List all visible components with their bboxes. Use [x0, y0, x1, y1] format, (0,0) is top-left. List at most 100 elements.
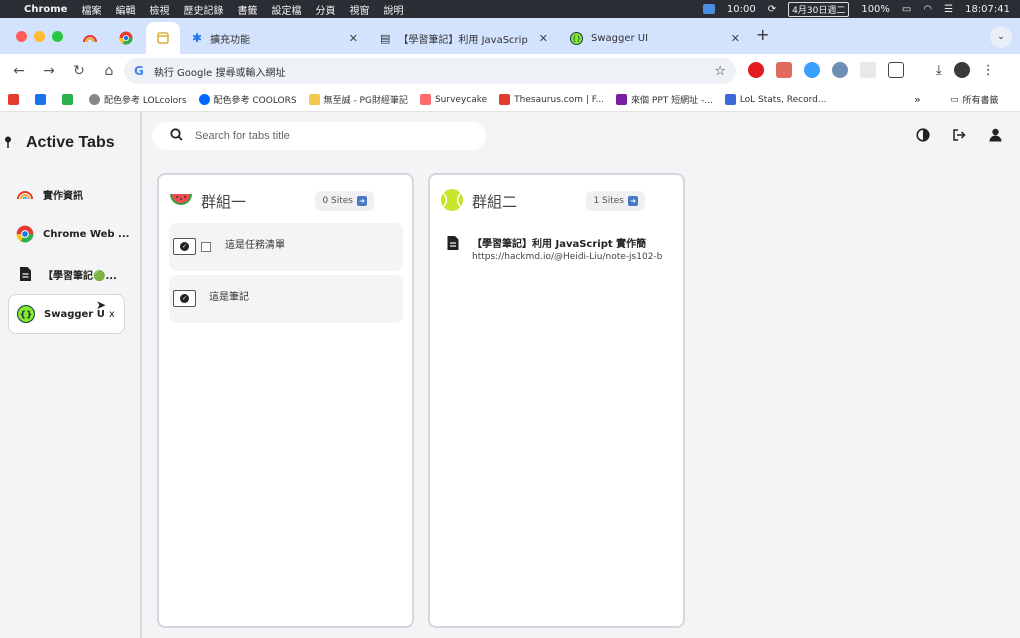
mouse-cursor-icon: ➤ [96, 298, 107, 312]
bookmark-gmail[interactable] [8, 94, 23, 105]
menubar: Chrome 檔案 編輯 檢視 歷史記錄 書籤 設定檔 分頁 視窗 說明 10:… [0, 0, 1020, 18]
menu-tab[interactable]: 分頁 [315, 2, 335, 17]
tab-swagger[interactable]: {} Swagger UI ✕ [560, 22, 750, 54]
bookmark-calendar[interactable] [35, 94, 50, 105]
search-extension-icon[interactable] [832, 62, 848, 78]
sites-count-badge[interactable]: 1 Sites ➜ [586, 191, 645, 211]
sidebar-item-tab[interactable]: 【學習筆記🟢... [8, 254, 125, 294]
puzzle-icon: ✱ [192, 31, 203, 45]
user-icon[interactable] [988, 128, 1002, 142]
surveycake-icon [419, 94, 431, 105]
sync-icon[interactable]: ⟳ [768, 4, 776, 15]
menubar-date[interactable]: 4月30日週二 [788, 1, 850, 17]
group-tab-title[interactable]: 【學習筆記】利用 JavaScript 實作簡 [472, 235, 662, 250]
close-tab-icon[interactable]: ✕ [539, 32, 548, 45]
translate-extension-icon[interactable] [804, 62, 820, 78]
bookmark-coolors[interactable]: 配色參考 COOLORS [198, 93, 297, 106]
sidebar-item-label: Chrome Web ... [43, 228, 130, 240]
theme-toggle-icon[interactable] [916, 128, 930, 142]
menu-bookmarks[interactable]: 書籤 [237, 2, 257, 17]
close-tab-icon[interactable]: x [109, 309, 115, 320]
task-item[interactable]: ✓ 這是任務清單 [169, 223, 403, 271]
menu-file[interactable]: 檔案 [81, 2, 101, 17]
menu-view[interactable]: 檢視 [149, 2, 169, 17]
menu-chrome[interactable]: Chrome [24, 4, 67, 15]
tab-extensions[interactable]: ✱ 擴充功能 ✕ [182, 22, 368, 54]
profile-avatar[interactable] [953, 62, 970, 78]
bookmark-surveycake[interactable]: Surveycake [419, 94, 487, 105]
task-check-button[interactable]: ✓ [173, 238, 196, 255]
close-tab-icon[interactable]: ✕ [349, 32, 358, 45]
bookmark-label: 無至誠 - PG財經筆記 [323, 96, 408, 106]
new-tab-button[interactable]: + [756, 25, 769, 44]
minimize-window-button[interactable] [34, 31, 45, 42]
sidebar-item-label: 【學習筆記🟢... [43, 270, 117, 282]
group-header: 群組二 1 Sites ➜ [440, 188, 673, 215]
sidebar-item-tab[interactable]: 實作資訊 [8, 174, 125, 214]
battery-icon[interactable]: ▭ [902, 4, 911, 15]
puzzle-extensions-icon[interactable] [888, 62, 904, 78]
tennis-ball-icon [440, 188, 464, 215]
search-icon [170, 128, 183, 144]
control-center-icon[interactable]: ☰ [944, 4, 953, 15]
bookmark-thesaurus[interactable]: Thesaurus.com | F... [499, 94, 604, 105]
task-text[interactable]: 這是任務清單 [225, 236, 285, 251]
search-input[interactable]: Search for tabs title [195, 130, 290, 142]
menu-edit[interactable]: 編輯 [115, 2, 135, 17]
note-text[interactable]: 這是筆記 [209, 288, 249, 303]
home-icon[interactable]: ⌂ [94, 63, 124, 79]
group-name[interactable]: 群組二 [472, 191, 517, 212]
wifi-icon[interactable]: ◠ [923, 4, 932, 15]
bookmark-ppt-url[interactable]: 來個 PPT 短網址 -... [616, 93, 713, 106]
bookmarks-overflow-icon[interactable]: » [914, 93, 921, 106]
tab-pinned-chrome[interactable] [110, 26, 142, 50]
google-g-icon: G [134, 64, 144, 78]
tab-search-chevron-icon[interactable]: ⌄ [990, 26, 1012, 48]
ppt-icon [616, 94, 628, 105]
close-window-button[interactable] [16, 31, 27, 42]
sidebar-item-tab-selected[interactable]: {} Swagger U x [8, 294, 125, 334]
group-tab-item[interactable]: 【學習筆記】利用 JavaScript 實作簡 https://hackmd.i… [446, 235, 670, 262]
note-item[interactable]: ✓ 這是筆記 [169, 275, 403, 323]
zoom-window-button[interactable] [52, 31, 63, 42]
bookmark-star-icon[interactable]: ☆ [714, 64, 726, 79]
menu-history[interactable]: 歷史記錄 [183, 2, 223, 17]
close-tab-icon[interactable]: ✕ [731, 32, 740, 45]
reload-icon[interactable]: ↻ [64, 63, 94, 79]
all-bookmarks-button[interactable]: ▭ 所有書籤 [950, 93, 999, 107]
forward-arrow-icon[interactable]: → [34, 63, 64, 79]
group-name[interactable]: 群組一 [201, 191, 246, 212]
bookmark-label: 配色參考 COOLORS [213, 96, 297, 106]
calendar-icon [35, 94, 46, 105]
task-checkbox[interactable] [201, 242, 211, 252]
blank-extension-icon[interactable] [860, 62, 876, 78]
menu-help[interactable]: 說明 [383, 2, 403, 17]
back-arrow-icon[interactable]: ← [4, 63, 34, 79]
gmail-icon [8, 94, 19, 105]
opera-extension-icon[interactable] [748, 62, 764, 78]
more-menu-icon[interactable]: ⋮ [982, 63, 995, 78]
bookmark-evernote[interactable] [62, 94, 77, 105]
pg-notes-icon [308, 94, 320, 105]
window-controls [16, 31, 63, 42]
tab-active-page[interactable] [146, 22, 180, 54]
sites-count-badge[interactable]: 0 Sites ➜ [315, 191, 374, 211]
tab-learning-note[interactable]: ▤ 【學習筆記】利用 JavaScript ✕ [370, 22, 558, 54]
bookmark-lol-stats[interactable]: LoL Stats, Record... [724, 94, 826, 105]
menu-window[interactable]: 視窗 [349, 2, 369, 17]
calendar-icon[interactable] [702, 4, 715, 14]
download-icon[interactable]: ⤓ [936, 63, 942, 78]
bookmark-pg-notes[interactable]: 無至誠 - PG財經筆記 [308, 93, 408, 106]
tab-pinned-rainbow[interactable] [74, 26, 106, 50]
shield-extension-icon[interactable] [776, 62, 792, 78]
sidebar-item-tab[interactable]: Chrome Web ... [8, 214, 129, 254]
logout-icon[interactable] [952, 128, 966, 142]
bookmark-lolcolors[interactable]: 配色參考 LOLcolors [89, 93, 187, 106]
address-bar[interactable]: G 執行 Google 搜尋或輸入網址 ☆ [124, 58, 736, 84]
menu-profiles[interactable]: 設定檔 [271, 2, 301, 17]
coolors-icon [198, 94, 210, 105]
address-bar-placeholder: 執行 Google 搜尋或輸入網址 [153, 67, 286, 79]
search-bar[interactable]: Search for tabs title [152, 122, 486, 150]
menubar-time: 18:07:41 [965, 3, 1010, 15]
note-check-button[interactable]: ✓ [173, 290, 196, 307]
